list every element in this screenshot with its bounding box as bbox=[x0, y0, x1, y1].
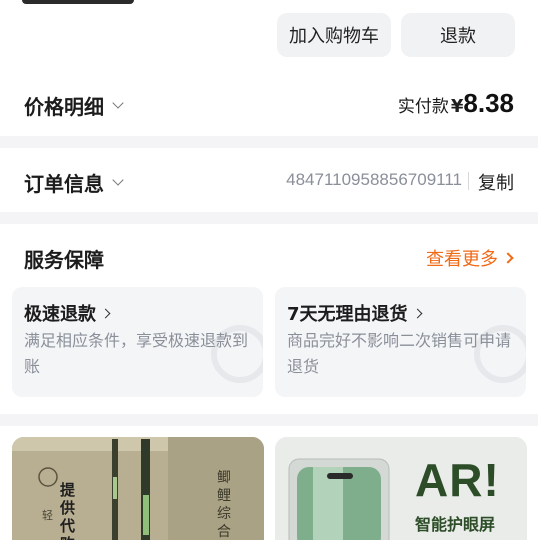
product-sub-text: 智能护眼屏 bbox=[415, 515, 496, 534]
add-to-cart-button[interactable]: 加入购物车 bbox=[277, 13, 391, 57]
paid-amount-value: 8.38 bbox=[463, 88, 514, 118]
service-card-title: 极速退款 bbox=[24, 304, 96, 325]
product-seal-text: 轻 bbox=[42, 509, 53, 522]
chevron-down-icon bbox=[112, 174, 124, 186]
view-more-link[interactable]: 查看更多 bbox=[426, 245, 514, 271]
product-vertical-text: 鲫鲤综合 bbox=[217, 470, 231, 540]
chevron-right-icon bbox=[100, 308, 111, 318]
divider bbox=[468, 172, 469, 190]
product-big-text: AR! bbox=[415, 454, 500, 506]
chevron-right-icon bbox=[502, 252, 514, 264]
chevron-right-icon bbox=[412, 308, 422, 318]
paid-label: 实付款 bbox=[397, 97, 449, 117]
top-tab-indicator bbox=[22, 0, 134, 4]
refund-button[interactable]: 退款 bbox=[401, 13, 515, 57]
service-title: 服务保障 bbox=[24, 248, 104, 272]
price-detail-title[interactable]: 价格明细 bbox=[24, 91, 124, 120]
product-card-screen-protector[interactable]: AR! 智能护眼屏 bbox=[275, 437, 527, 540]
order-number: 4847110958856709111 bbox=[286, 170, 462, 189]
order-info-title[interactable]: 订单信息 bbox=[24, 168, 124, 197]
copy-button[interactable]: 复制 bbox=[478, 169, 514, 195]
product-vertical-text: 提供代购 bbox=[60, 481, 76, 540]
service-card-desc: 商品完好不影响二次销售可申请退货 bbox=[287, 331, 512, 376]
service-card-fast-refund[interactable]: 极速退款 满足相应条件，享受极速退款到账 bbox=[12, 287, 263, 397]
action-bar: 加入购物车 退款 bbox=[0, 0, 538, 70]
paid-amount: 实付款 ¥ 8.38 bbox=[398, 88, 514, 119]
currency-symbol: ¥ bbox=[450, 96, 464, 117]
chevron-down-icon bbox=[112, 97, 124, 109]
service-card-title: 7天无理由退货 bbox=[287, 304, 408, 325]
product-card-fishing-rod[interactable]: 提供代购 鲫鲤综合 轻 bbox=[12, 437, 264, 540]
service-card-desc: 满足相应条件，享受极速退款到账 bbox=[24, 331, 249, 376]
service-card-7day-return[interactable]: 7天无理由退货 商品完好不影响二次销售可申请退货 bbox=[275, 287, 526, 397]
